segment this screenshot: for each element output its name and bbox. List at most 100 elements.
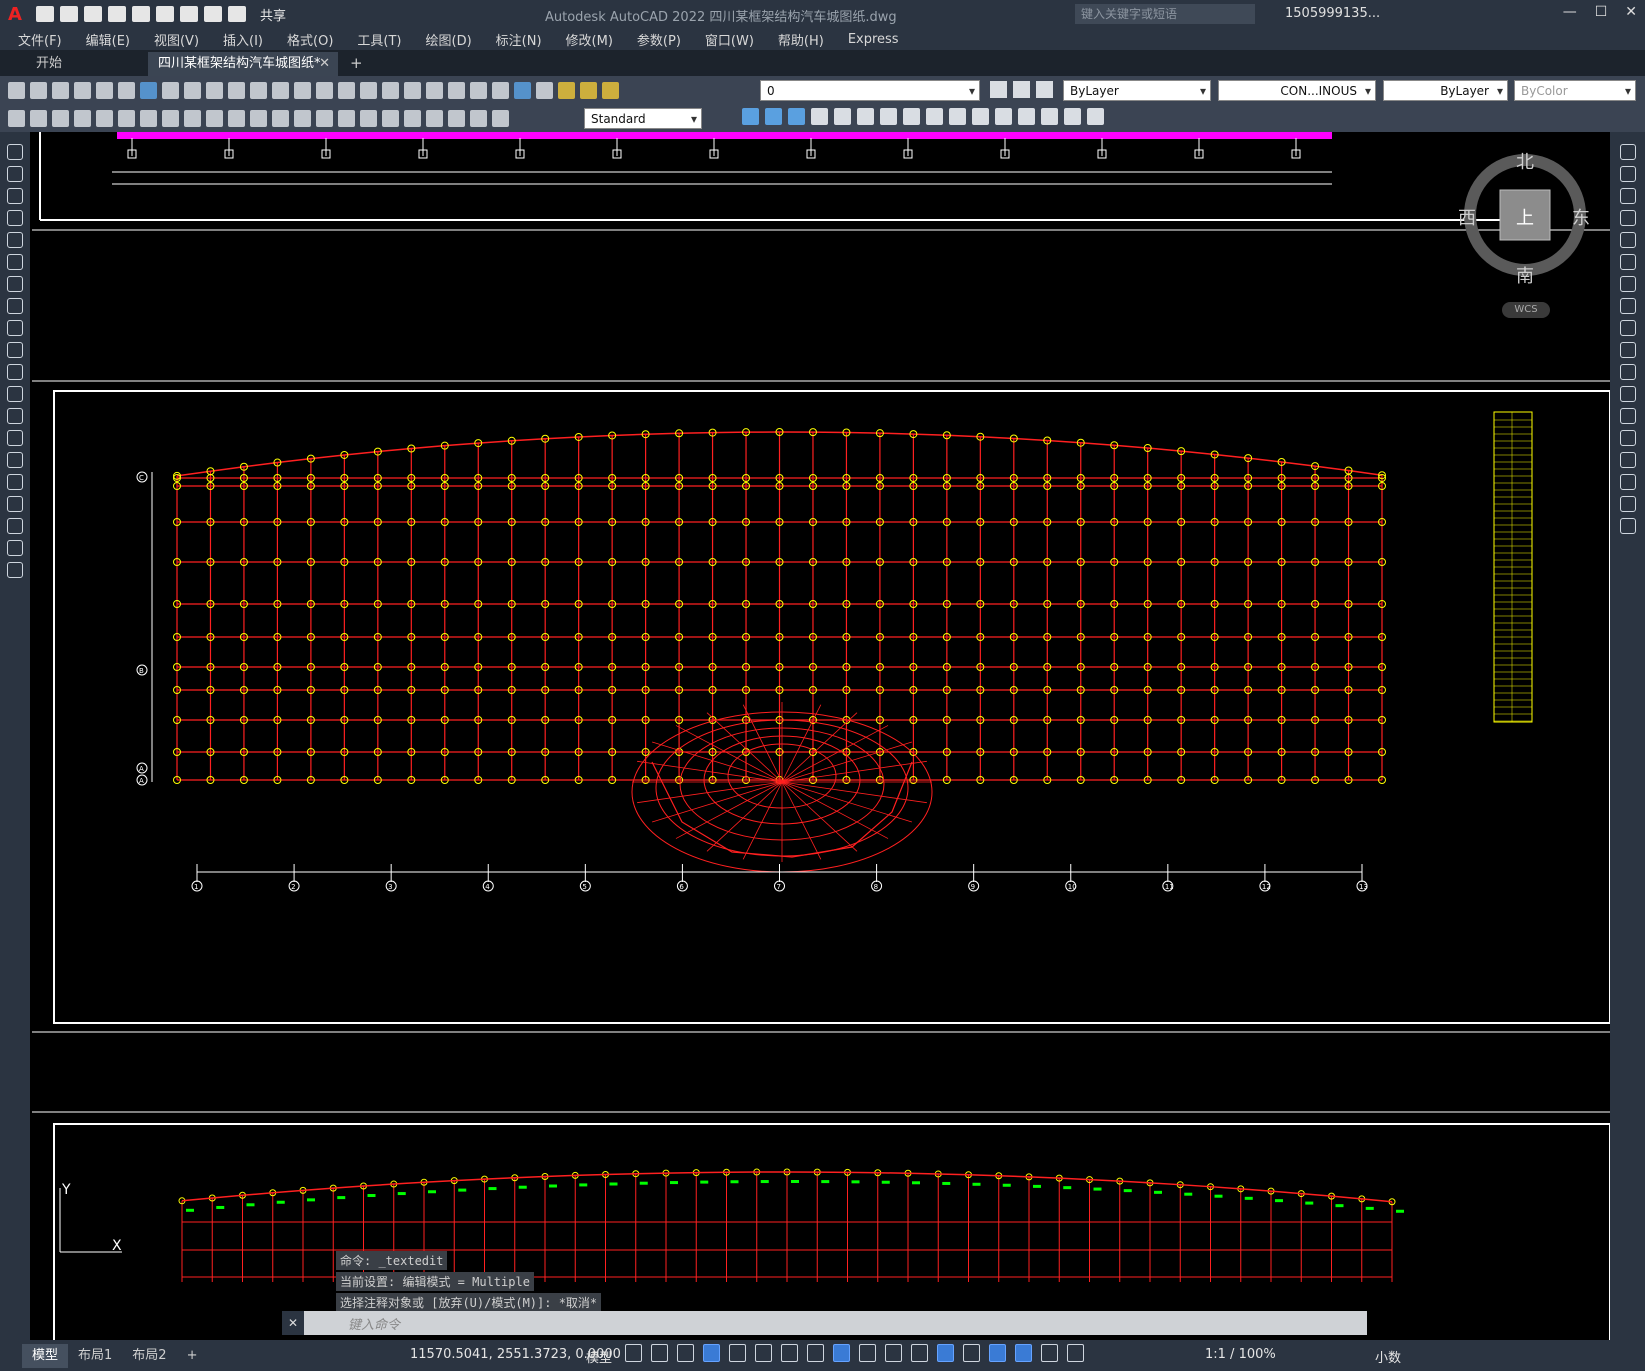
3d-osnap-icon[interactable]	[937, 1344, 954, 1362]
export-icon[interactable]	[156, 6, 174, 22]
sheet-set-icon[interactable]	[448, 81, 465, 99]
viewcube-top[interactable]: 上	[1516, 204, 1534, 230]
design-center-icon[interactable]	[404, 81, 421, 99]
menu-draw[interactable]: 绘图(D)	[426, 30, 472, 49]
cut-icon[interactable]	[162, 81, 179, 99]
save-icon[interactable]	[84, 6, 102, 22]
tab-layout1[interactable]: 布局1	[68, 1344, 122, 1368]
linetype-dropdown[interactable]: CON...INOUS	[1218, 80, 1376, 102]
copy-object-icon[interactable]	[1619, 166, 1636, 182]
layer-lock-icon[interactable]	[602, 81, 619, 99]
polygon-icon[interactable]	[7, 210, 23, 226]
autocad-logo-icon[interactable]: A	[0, 0, 30, 28]
new-file-icon[interactable]	[36, 6, 54, 22]
add-selected-icon[interactable]	[7, 562, 23, 578]
selection-filter-icon[interactable]	[989, 1344, 1006, 1362]
dynamic-input-icon[interactable]	[703, 1344, 720, 1362]
insert-block-icon[interactable]	[8, 109, 25, 127]
new-icon[interactable]	[8, 81, 25, 99]
delete-faces-icon[interactable]	[880, 108, 897, 125]
layer-on-icon[interactable]	[558, 81, 575, 99]
fillet-icon[interactable]	[1619, 474, 1636, 490]
dynamic-ucs-icon[interactable]	[963, 1344, 980, 1362]
snap-icon[interactable]	[651, 1344, 668, 1362]
close-command-line-icon[interactable]: ✕	[282, 1311, 304, 1335]
angular-dim-icon[interactable]	[228, 109, 245, 127]
dimstyle-dropdown[interactable]: Standard	[584, 108, 702, 130]
command-input[interactable]: 键入命令	[304, 1314, 400, 1333]
viewcube-north[interactable]: 北	[1516, 148, 1534, 174]
menu-parametric[interactable]: 参数(P)	[637, 30, 681, 49]
tab-close-icon[interactable]: ✕	[319, 52, 330, 76]
region-icon[interactable]	[7, 496, 23, 512]
menu-tools[interactable]: 工具(T)	[357, 30, 401, 49]
viewcube-west[interactable]: 西	[1458, 204, 1476, 230]
check-icon[interactable]	[1087, 108, 1104, 125]
subtract-icon[interactable]	[765, 108, 782, 125]
rotate-icon[interactable]	[1619, 276, 1636, 292]
blend-curves-icon[interactable]	[1619, 496, 1636, 512]
arc-length-icon[interactable]	[118, 109, 135, 127]
tab-start[interactable]: 开始	[26, 52, 72, 76]
menu-dimension[interactable]: 标注(N)	[496, 30, 542, 49]
lineweight-icon[interactable]	[859, 1344, 876, 1362]
rotate-faces-icon[interactable]	[903, 108, 920, 125]
arc-icon[interactable]	[7, 254, 23, 270]
annotation-scale-icon[interactable]	[1067, 1344, 1084, 1362]
save-icon[interactable]	[52, 81, 69, 99]
ortho-icon[interactable]	[729, 1344, 746, 1362]
hatch-icon[interactable]	[7, 452, 23, 468]
annotation-visibility-icon[interactable]	[1015, 1344, 1032, 1362]
extend-icon[interactable]	[1619, 364, 1636, 380]
layer-dropdown[interactable]: 0	[760, 80, 980, 102]
trim-icon[interactable]	[1619, 342, 1636, 358]
dim-space-icon[interactable]	[316, 109, 333, 127]
isometric-icon[interactable]	[781, 1344, 798, 1362]
object-snap-tracking-icon[interactable]	[807, 1344, 824, 1362]
grid-icon[interactable]	[625, 1344, 642, 1362]
new-tab-button[interactable]: +	[350, 54, 363, 72]
table-icon[interactable]	[7, 518, 23, 534]
gradient-icon[interactable]	[7, 474, 23, 490]
separate-icon[interactable]	[1041, 108, 1058, 125]
publish-icon[interactable]	[118, 81, 135, 99]
linear-dim-icon[interactable]	[74, 109, 91, 127]
close-icon[interactable]: ✕	[1625, 4, 1637, 20]
paste-icon[interactable]	[206, 81, 223, 99]
menu-format[interactable]: 格式(O)	[287, 30, 333, 49]
transparency-icon[interactable]	[885, 1344, 902, 1362]
quick-dim-icon[interactable]	[250, 109, 267, 127]
construction-line-icon[interactable]	[7, 166, 23, 182]
break-icon[interactable]	[1619, 408, 1636, 424]
lineweight-dropdown[interactable]: ByLayer	[1383, 80, 1508, 102]
import-icon[interactable]	[132, 6, 150, 22]
offset-icon[interactable]	[1619, 210, 1636, 226]
polyline-icon[interactable]	[7, 188, 23, 204]
model-space-toggle[interactable]: 模型	[586, 1347, 612, 1366]
join-icon[interactable]	[1619, 430, 1636, 446]
point-icon[interactable]	[7, 430, 23, 446]
menu-view[interactable]: 视图(V)	[154, 30, 199, 49]
tool-palettes-icon[interactable]	[426, 81, 443, 99]
insert-block-icon[interactable]	[7, 386, 23, 402]
revision-cloud-icon[interactable]	[7, 298, 23, 314]
drawing-canvas[interactable]: C B A A 1 2 3 4 5 6 7 8 9 10 11 12 13 Y X	[32, 132, 1610, 1340]
intersect-icon[interactable]	[788, 108, 805, 125]
union-icon[interactable]	[742, 108, 759, 125]
pan-icon[interactable]	[294, 81, 311, 99]
array-icon[interactable]	[1619, 232, 1636, 248]
dim-break-icon[interactable]	[338, 109, 355, 127]
infer-constraints-icon[interactable]	[677, 1344, 694, 1362]
ordinate-dim-icon[interactable]	[140, 109, 157, 127]
polar-tracking-icon[interactable]	[755, 1344, 772, 1362]
clean-icon[interactable]	[1018, 108, 1035, 125]
redo-icon[interactable]	[272, 81, 289, 99]
break-at-point-icon[interactable]	[1619, 386, 1636, 402]
continue-dim-icon[interactable]	[294, 109, 311, 127]
menu-file[interactable]: 文件(F)	[18, 30, 62, 49]
rectangle-icon[interactable]	[7, 232, 23, 248]
zoom-realtime-icon[interactable]	[316, 81, 333, 99]
move-icon[interactable]	[1619, 254, 1636, 270]
layer-freeze-icon[interactable]	[580, 81, 597, 99]
taper-faces-icon[interactable]	[926, 108, 943, 125]
